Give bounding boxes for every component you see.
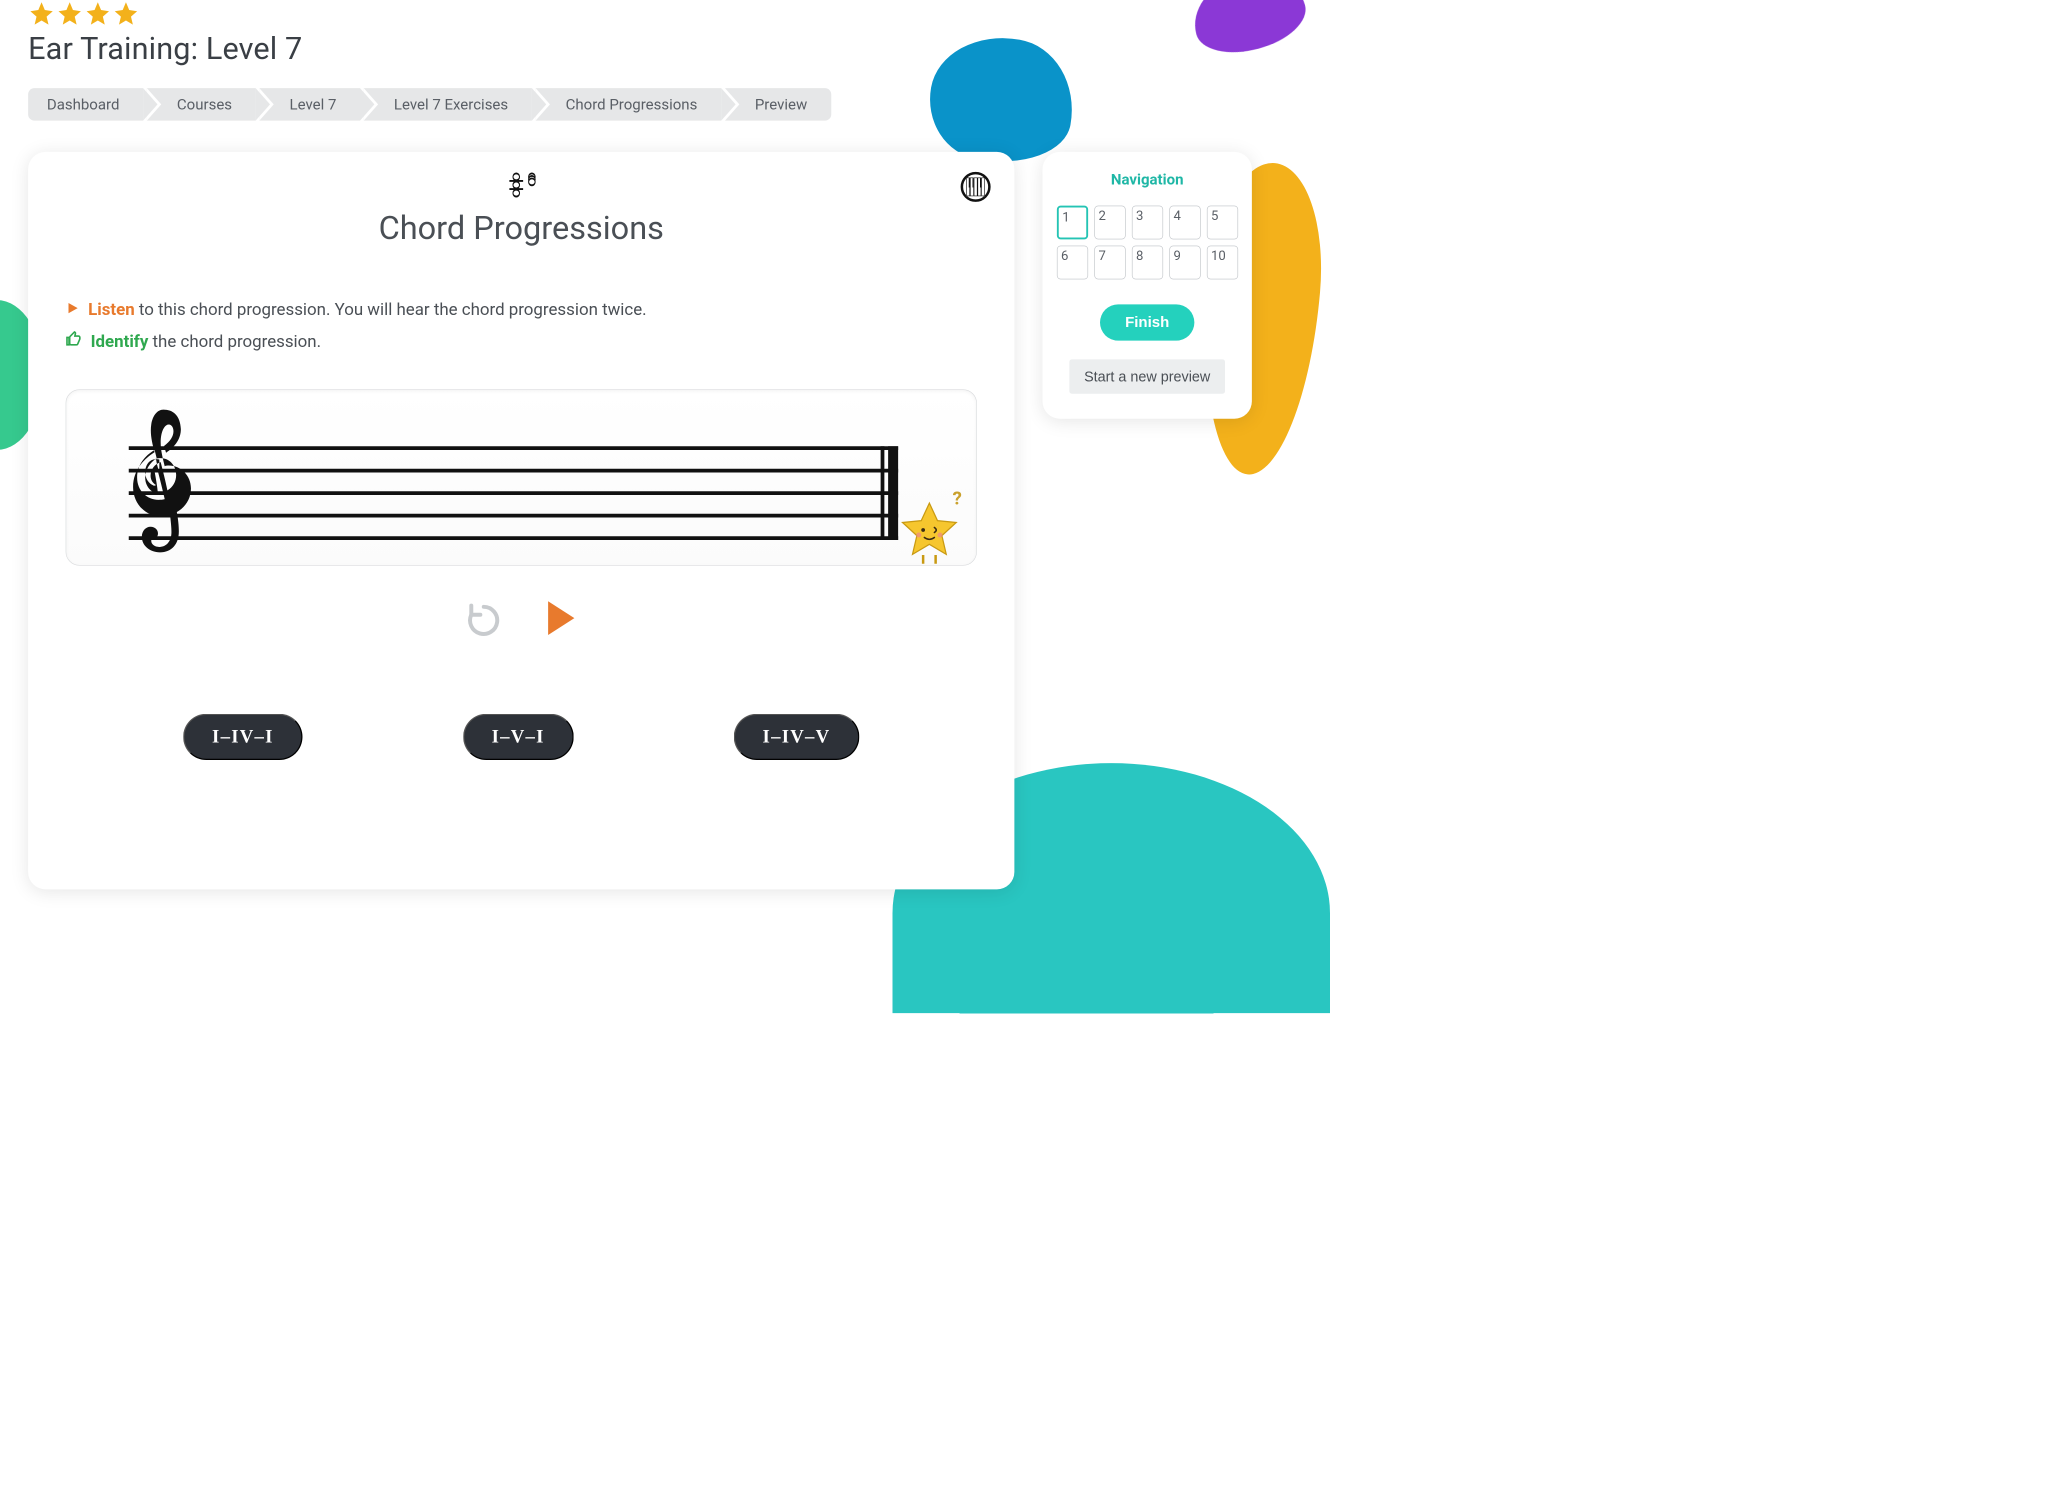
identify-text: the chord progression. [148,331,321,351]
nav-question-cell[interactable]: 6 [1057,246,1088,280]
answer-option[interactable]: I–V–I [463,713,574,759]
answer-option[interactable]: I–IV–V [734,713,859,759]
star-icon [84,0,111,29]
piano-icon[interactable] [961,172,991,202]
finish-button[interactable]: Finish [1100,304,1194,340]
exercise-card: Chord Progressions Listen to this chord … [28,152,1014,890]
breadcrumb-item[interactable]: Dashboard [28,88,143,121]
treble-clef-icon [116,405,204,583]
star-icon [28,0,55,29]
breadcrumb-item[interactable]: Courses [147,88,256,121]
replay-button[interactable] [466,600,502,639]
nav-question-cell[interactable]: 10 [1207,246,1238,280]
breadcrumb: Dashboard Courses Level 7 Level 7 Exerci… [28,88,1252,121]
nav-question-cell[interactable]: 2 [1094,206,1125,240]
breadcrumb-item[interactable]: Level 7 [260,88,361,121]
answer-option[interactable]: I–IV–I [183,713,302,759]
identify-label: Identify [91,331,149,351]
breadcrumb-item[interactable]: Chord Progressions [536,88,721,121]
final-barline [881,446,899,540]
start-new-preview-button[interactable]: Start a new preview [1069,359,1225,393]
breadcrumb-item[interactable]: Level 7 Exercises [364,88,532,121]
navigation-card: Navigation 1 2 3 4 5 6 7 8 9 10 Finish S… [1043,152,1252,419]
music-staff-box: ? [66,389,977,565]
play-triangle-icon [66,294,80,326]
chord-progression-icon [66,174,977,197]
nav-question-cell[interactable]: 3 [1132,206,1163,240]
rating-stars [28,0,1252,29]
breadcrumb-item[interactable]: Preview [725,88,831,121]
exercise-title: Chord Progressions [66,209,977,247]
star-icon [56,0,83,29]
thumbs-up-icon [66,326,82,358]
nav-question-cell[interactable]: 4 [1169,206,1200,240]
nav-question-cell[interactable]: 7 [1094,246,1125,280]
nav-question-cell[interactable]: 5 [1207,206,1238,240]
listen-label: Listen [88,299,135,319]
navigation-title: Navigation [1060,171,1234,189]
nav-question-cell[interactable]: 1 [1057,206,1088,240]
nav-question-cell[interactable]: 8 [1132,246,1163,280]
page-title: Ear Training: Level 7 [28,31,1252,67]
play-button[interactable] [546,600,577,639]
instructions: Listen to this chord progression. You wi… [66,294,977,358]
listen-text: to this chord progression. You will hear… [135,299,647,319]
star-icon [113,0,140,29]
star-mascot-icon: ? [898,500,961,569]
nav-question-cell[interactable]: 9 [1169,246,1200,280]
